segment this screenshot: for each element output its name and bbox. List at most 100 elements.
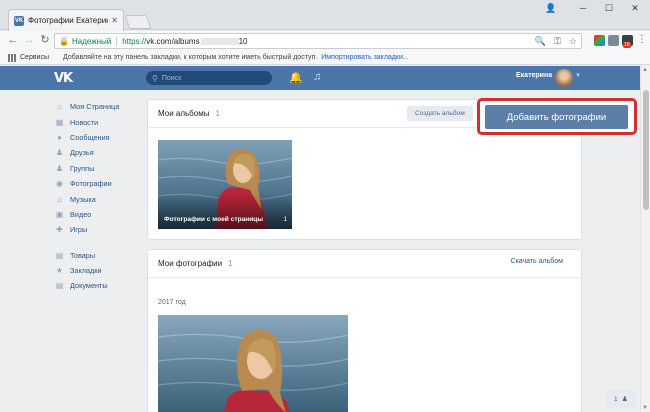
browser-menu-icon[interactable]: ⋮ <box>637 34 647 45</box>
music-icon: ♫ <box>56 194 63 204</box>
create-album-button[interactable]: Создать альбом <box>407 106 473 121</box>
games-icon: ✚ <box>56 225 63 235</box>
forward-icon[interactable]: → <box>22 34 36 47</box>
browser-tabstrip: VK Фотографии Екатерины ✕ 👤 ─ ☐ ✕ <box>0 0 650 31</box>
albums-count: 1 <box>215 109 220 118</box>
video-icon: ▣ <box>55 209 64 219</box>
extension-icon[interactable] <box>608 35 619 46</box>
news-icon: ▦ <box>55 117 64 127</box>
bookmarks-bar: Сервисы Добавляйте на эту панель закладк… <box>0 51 650 65</box>
sidebar-item[interactable]: ● Сообщения <box>55 130 143 145</box>
sidebar-item-label: Видео <box>70 209 92 219</box>
sidebar-item-label: Друзья <box>70 148 94 158</box>
sidebar-item[interactable]: ▤ Товары <box>55 248 143 263</box>
page-scrollbar[interactable]: ▲ ▼ <box>640 66 650 412</box>
sidebar-item[interactable]: ◉ Фотографии <box>55 176 143 191</box>
sidebar-item-label: Товары <box>70 250 96 260</box>
url-tail: 10 <box>238 36 248 46</box>
goods-icon: ▤ <box>55 250 64 260</box>
messages-icon: ● <box>57 132 62 142</box>
left-menu: ⌂ Моя Страница ▦ Новости ● Сообщения ♟ Друзья ♟ Г… <box>55 99 143 294</box>
import-bookmarks-link[interactable]: Импортировать закладки... <box>321 54 408 61</box>
url-path: vk.com/albums <box>146 36 200 46</box>
chat-float-button[interactable]: 1 ♟ <box>606 390 636 408</box>
photos-card: Мои фотографии 1 Скачать альбом 2017 год <box>147 249 582 412</box>
photos-icon: ◉ <box>56 179 63 189</box>
search-icon[interactable]: 🔍 <box>535 36 546 47</box>
vk-header: VK ⚲ 🔔 ♫ Екатерина ▼ <box>0 66 650 90</box>
vk-logo[interactable]: VK <box>54 71 73 86</box>
back-icon[interactable]: ← <box>6 34 20 47</box>
search-input[interactable] <box>161 74 262 82</box>
new-tab-button[interactable] <box>124 15 152 29</box>
reload-icon[interactable]: ↻ <box>38 34 52 47</box>
photos-title: Мои фотографии <box>158 259 223 268</box>
browser-tab[interactable]: VK Фотографии Екатерины ✕ <box>8 9 124 31</box>
address-bar[interactable]: 🔒 Надежный https:// vk.com/albums 10 🔍 ⚿… <box>54 33 582 49</box>
tab-title: Фотографии Екатерины <box>28 16 109 25</box>
sidebar-item[interactable]: ▦ Новости <box>55 114 143 129</box>
avatar[interactable] <box>555 69 573 87</box>
photo-image <box>158 315 348 412</box>
chat-icon: ♟ <box>621 396 628 403</box>
url-redacted <box>200 37 239 45</box>
url-scheme: https:// <box>122 36 147 46</box>
sidebar-item[interactable]: ▤ Документы <box>55 278 143 293</box>
photo-thumbnail[interactable] <box>158 315 348 412</box>
extension-badge: 10 <box>623 42 631 48</box>
sidebar-item-label: Документы <box>70 281 108 291</box>
scroll-up-icon[interactable]: ▲ <box>642 67 648 73</box>
sidebar-item[interactable]: ⌂ Моя Страница <box>55 99 143 114</box>
albums-title: Мои альбомы <box>158 109 210 118</box>
sidebar-item-label: Группы <box>70 163 95 173</box>
close-window-icon[interactable]: ✕ <box>628 3 642 14</box>
chevron-down-icon[interactable]: ▼ <box>575 73 581 79</box>
browser-toolbar: ← → ↻ 🔒 Надежный https:// vk.com/albums … <box>0 31 650 51</box>
search-icon: ⚲ <box>152 73 158 83</box>
album-photo-count: 1 <box>283 216 287 223</box>
album-cover[interactable]: Фотографии с моей страницы 1 <box>158 140 292 229</box>
star-icon[interactable]: ☆ <box>569 36 577 47</box>
download-album-link[interactable]: Скачать альбом <box>510 258 563 265</box>
home-icon: ⌂ <box>57 102 62 112</box>
sidebar-item-label: Сообщения <box>70 132 110 142</box>
groups-icon: ♟ <box>55 163 64 173</box>
album-title: Фотографии с моей страницы <box>164 216 263 223</box>
key-icon[interactable]: ⚿ <box>554 36 561 47</box>
bookmarks-icon: ★ <box>55 266 64 276</box>
sidebar-item[interactable]: ♟ Друзья <box>55 145 143 160</box>
sidebar-item-label: Игры <box>70 225 88 235</box>
music-player-icon[interactable]: ♫ <box>313 71 321 83</box>
user-name[interactable]: Екатерина <box>516 72 552 79</box>
profile-icon[interactable]: 👤 <box>544 3 558 14</box>
sidebar-item-label: Музыка <box>70 194 96 204</box>
sidebar-item-label: Новости <box>70 117 99 127</box>
maximize-icon[interactable]: ☐ <box>602 3 616 14</box>
apps-icon[interactable] <box>8 53 16 62</box>
sidebar-item[interactable]: ♫ Музыка <box>55 191 143 206</box>
photos-count: 1 <box>228 259 233 268</box>
sidebar-item-label: Фотографии <box>70 179 112 189</box>
sidebar-item[interactable]: ▣ Видео <box>55 207 143 222</box>
sidebar-item[interactable]: ★ Закладки <box>55 263 143 278</box>
sidebar-item[interactable]: ✚ Игры <box>55 222 143 237</box>
documents-icon: ▤ <box>55 281 64 291</box>
notifications-bell-icon[interactable]: 🔔 <box>289 71 303 84</box>
add-photos-highlight: Добавить фотографии <box>477 98 637 135</box>
secure-label: Надежный <box>72 36 118 46</box>
chat-count: 1 <box>614 395 618 403</box>
year-label: 2017 год <box>158 299 186 306</box>
sidebar-item[interactable]: ♟ Группы <box>55 161 143 176</box>
bookmark-services[interactable]: Сервисы <box>20 54 49 61</box>
vk-search[interactable]: ⚲ <box>146 71 272 85</box>
scrollbar-thumb[interactable] <box>643 90 649 210</box>
tab-close-icon[interactable]: ✕ <box>111 16 118 25</box>
scroll-down-icon[interactable]: ▼ <box>642 405 648 411</box>
sidebar-item-label: Закладки <box>70 266 102 276</box>
extension-icon[interactable] <box>594 35 605 46</box>
sidebar-item-label: Моя Страница <box>70 102 120 112</box>
bookmarks-hint: Добавляйте на эту панель закладки, к кот… <box>63 54 318 61</box>
add-photos-button[interactable]: Добавить фотографии <box>485 105 628 129</box>
minimize-icon[interactable]: ─ <box>576 3 590 13</box>
photos-header: Мои фотографии 1 Скачать альбом <box>148 250 581 278</box>
